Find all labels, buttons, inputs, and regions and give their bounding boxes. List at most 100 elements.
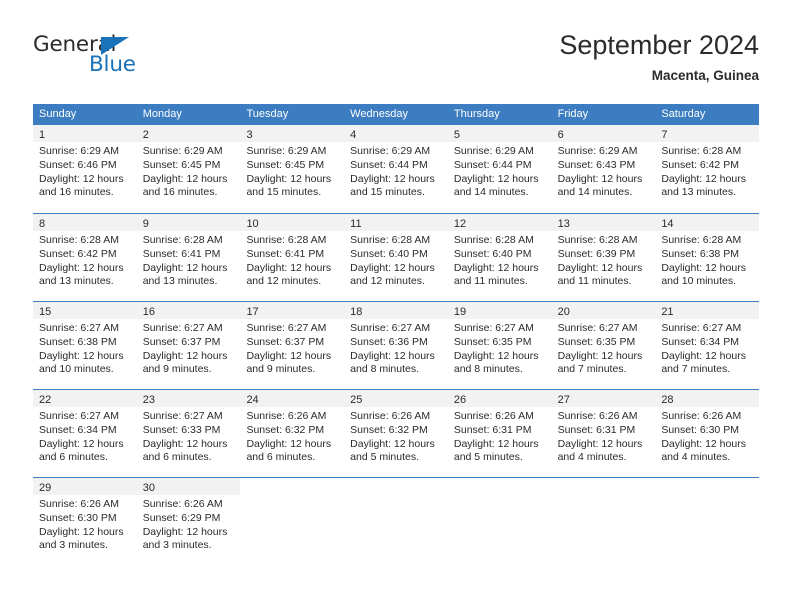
calendar-day-cell[interactable]: 1 Sunrise: 6:29 AM Sunset: 6:46 PM Daylight… — [33, 125, 137, 213]
day-number-band: 25 — [344, 390, 448, 407]
calendar-day-cell[interactable]: 11 Sunrise: 6:28 AM Sunset: 6:40 PM Dayligh… — [344, 214, 448, 301]
calendar-day-cell[interactable]: 8 Sunrise: 6:28 AM Sunset: 6:42 PM Daylight… — [33, 214, 137, 301]
daylight-text-line1: Daylight: 12 hours — [246, 261, 332, 274]
sunrise-text: Sunrise: 6:29 AM — [246, 145, 327, 157]
daylight-text-line2: and 16 minutes. — [142, 186, 218, 199]
calendar-day-cell[interactable]: 22 Sunrise: 6:27 AM Sunset: 6:34 PM Dayligh… — [33, 390, 137, 477]
day-number: 3 — [246, 129, 253, 141]
calendar-day-cell[interactable]: 14 Sunrise: 6:28 AM Sunset: 6:38 PM Dayligh… — [655, 214, 760, 301]
day-number: 26 — [453, 394, 467, 406]
sunset-text: Sunset: 6:34 PM — [661, 335, 739, 348]
day-number-band: 28 — [655, 390, 760, 407]
daylight-text-line2: and 6 minutes. — [39, 451, 108, 464]
calendar-day-cell[interactable]: 15 Sunrise: 6:27 AM Sunset: 6:38 PM Dayligh… — [33, 302, 137, 389]
calendar-day-cell[interactable]: 13 Sunrise: 6:28 AM Sunset: 6:39 PM Dayligh… — [551, 214, 656, 301]
calendar-day-cell[interactable]: 23 Sunrise: 6:27 AM Sunset: 6:33 PM Dayligh… — [136, 390, 241, 477]
daylight-text-line2: and 5 minutes. — [453, 451, 523, 464]
day-number-band: 19 — [447, 302, 552, 319]
calendar-day-cell[interactable]: 7 Sunrise: 6:28 AM Sunset: 6:42 PM Daylight… — [655, 125, 760, 213]
day-number: 5 — [453, 129, 460, 141]
sunset-text: Sunset: 6:42 PM — [39, 247, 117, 260]
calendar-day-cell[interactable]: 29 Sunrise: 6:26 AM Sunset: 6:30 PM Dayligh… — [33, 478, 137, 565]
brand-logo[interactable]: General Blue — [33, 32, 263, 92]
weekday-header-saturday: Saturday — [661, 108, 706, 120]
calendar-day-cell-empty — [240, 478, 345, 565]
calendar-day-cell[interactable]: 16 Sunrise: 6:27 AM Sunset: 6:37 PM Dayligh… — [136, 302, 241, 389]
day-detail-body: Sunrise: 6:28 AM Sunset: 6:41 PM Daylight:… — [137, 231, 241, 289]
daylight-text-line2: and 4 minutes. — [557, 451, 627, 464]
day-number-band: 1 — [33, 125, 137, 142]
day-number: 15 — [39, 306, 52, 318]
day-number-band: 26 — [447, 390, 552, 407]
day-number-band: 9 — [136, 214, 241, 231]
daylight-text-line1: Daylight: 12 hours — [661, 349, 746, 362]
day-detail-body — [240, 495, 344, 498]
calendar-day-cell[interactable]: 20 Sunrise: 6:27 AM Sunset: 6:35 PM Dayligh… — [551, 302, 656, 389]
daylight-text-line2: and 16 minutes. — [39, 186, 114, 199]
daylight-text-line2: and 7 minutes. — [557, 363, 627, 376]
calendar-day-cell[interactable]: 9 Sunrise: 6:28 AM Sunset: 6:41 PM Daylight… — [136, 214, 241, 301]
daylight-text-line2: and 5 minutes. — [350, 451, 420, 464]
calendar-day-cell[interactable]: 21 Sunrise: 6:27 AM Sunset: 6:34 PM Dayligh… — [655, 302, 760, 389]
calendar-day-cell[interactable]: 28 Sunrise: 6:26 AM Sunset: 6:30 PM Dayligh… — [655, 390, 760, 477]
daylight-text-line2: and 15 minutes. — [350, 186, 425, 199]
calendar-day-cell[interactable]: 12 Sunrise: 6:28 AM Sunset: 6:40 PM Dayligh… — [447, 214, 552, 301]
weekday-header-row: Sunday Monday Tuesday Wednesday Thursday… — [33, 104, 759, 125]
day-detail-body: Sunrise: 6:27 AM Sunset: 6:33 PM Daylight:… — [137, 407, 241, 465]
page-title: September 2024 — [559, 30, 759, 60]
calendar-day-cell[interactable]: 6 Sunrise: 6:29 AM Sunset: 6:43 PM Daylight… — [551, 125, 656, 213]
weekday-header-thursday: Thursday — [453, 108, 500, 120]
day-number-band: 7 — [655, 125, 760, 142]
sunrise-text: Sunrise: 6:27 AM — [39, 322, 119, 334]
calendar-day-cell[interactable]: 3 Sunrise: 6:29 AM Sunset: 6:45 PM Daylight… — [240, 125, 345, 213]
calendar-page: General Blue September 2024 Macenta, Gui… — [0, 0, 792, 612]
daylight-text-line2: and 9 minutes. — [246, 363, 316, 376]
sunrise-text: Sunrise: 6:28 AM — [142, 234, 223, 246]
weekday-header-tuesday: Tuesday — [246, 108, 289, 120]
daylight-text-line2: and 13 minutes. — [661, 186, 737, 199]
title-block: September 2024 Macenta, Guinea — [559, 28, 759, 86]
day-detail-body: Sunrise: 6:26 AM Sunset: 6:30 PM Daylight:… — [655, 407, 759, 465]
calendar-day-cell[interactable]: 5 Sunrise: 6:29 AM Sunset: 6:44 PM Daylight… — [447, 125, 552, 213]
daylight-text-line2: and 10 minutes. — [39, 363, 114, 376]
sunrise-text: Sunrise: 6:28 AM — [661, 145, 742, 157]
calendar-day-cell[interactable]: 27 Sunrise: 6:26 AM Sunset: 6:31 PM Dayligh… — [551, 390, 656, 477]
day-number: 11 — [350, 218, 362, 230]
calendar-day-cell[interactable]: 26 Sunrise: 6:26 AM Sunset: 6:31 PM Dayligh… — [447, 390, 552, 477]
daylight-text-line1: Daylight: 12 hours — [453, 349, 539, 362]
sunset-text: Sunset: 6:43 PM — [557, 158, 636, 171]
sunrise-text: Sunrise: 6:26 AM — [350, 410, 431, 422]
daylight-text-line1: Daylight: 12 hours — [246, 437, 332, 450]
sunset-text: Sunset: 6:34 PM — [39, 423, 117, 436]
daylight-text-line2: and 3 minutes. — [142, 539, 212, 552]
day-detail-body — [552, 495, 656, 498]
daylight-text-line1: Daylight: 12 hours — [453, 261, 539, 274]
day-number-band — [240, 478, 344, 495]
day-detail-body: Sunrise: 6:28 AM Sunset: 6:39 PM Daylight:… — [552, 231, 656, 289]
day-detail-body: Sunrise: 6:27 AM Sunset: 6:37 PM Daylight:… — [240, 319, 344, 377]
day-number-band — [448, 478, 552, 495]
calendar-day-cell[interactable]: 4 Sunrise: 6:29 AM Sunset: 6:44 PM Daylight… — [344, 125, 448, 213]
calendar-grid: Sunday Monday Tuesday Wednesday Thursday… — [33, 104, 760, 565]
calendar-day-cell[interactable]: 30 Sunrise: 6:26 AM Sunset: 6:29 PM Dayligh… — [136, 478, 241, 565]
sunrise-text: Sunrise: 6:27 AM — [142, 322, 223, 334]
day-number-band: 20 — [551, 302, 656, 319]
calendar-day-cell[interactable]: 19 Sunrise: 6:27 AM Sunset: 6:35 PM Dayligh… — [447, 302, 552, 389]
daylight-text-line2: and 8 minutes. — [350, 363, 420, 376]
calendar-day-cell[interactable]: 17 Sunrise: 6:27 AM Sunset: 6:37 PM Dayligh… — [240, 302, 345, 389]
daylight-text-line1: Daylight: 12 hours — [39, 349, 124, 362]
calendar-day-cell[interactable]: 10 Sunrise: 6:28 AM Sunset: 6:41 PM Dayligh… — [240, 214, 345, 301]
day-number-band: 13 — [551, 214, 656, 231]
daylight-text-line2: and 12 minutes. — [350, 275, 425, 288]
day-number-band: 16 — [136, 302, 241, 319]
calendar-day-cell[interactable]: 18 Sunrise: 6:27 AM Sunset: 6:36 PM Dayligh… — [344, 302, 448, 389]
day-detail-body: Sunrise: 6:26 AM Sunset: 6:29 PM Daylight:… — [137, 495, 241, 553]
calendar-day-cell[interactable]: 25 Sunrise: 6:26 AM Sunset: 6:32 PM Dayligh… — [344, 390, 448, 477]
calendar-day-cell[interactable]: 24 Sunrise: 6:26 AM Sunset: 6:32 PM Dayligh… — [240, 390, 345, 477]
day-number: 14 — [661, 218, 674, 230]
day-detail-body: Sunrise: 6:27 AM Sunset: 6:36 PM Daylight:… — [344, 319, 448, 377]
day-number: 6 — [557, 129, 564, 141]
day-number: 28 — [661, 394, 674, 406]
daylight-text-line1: Daylight: 12 hours — [39, 437, 124, 450]
calendar-day-cell[interactable]: 2 Sunrise: 6:29 AM Sunset: 6:45 PM Daylight… — [136, 125, 241, 213]
